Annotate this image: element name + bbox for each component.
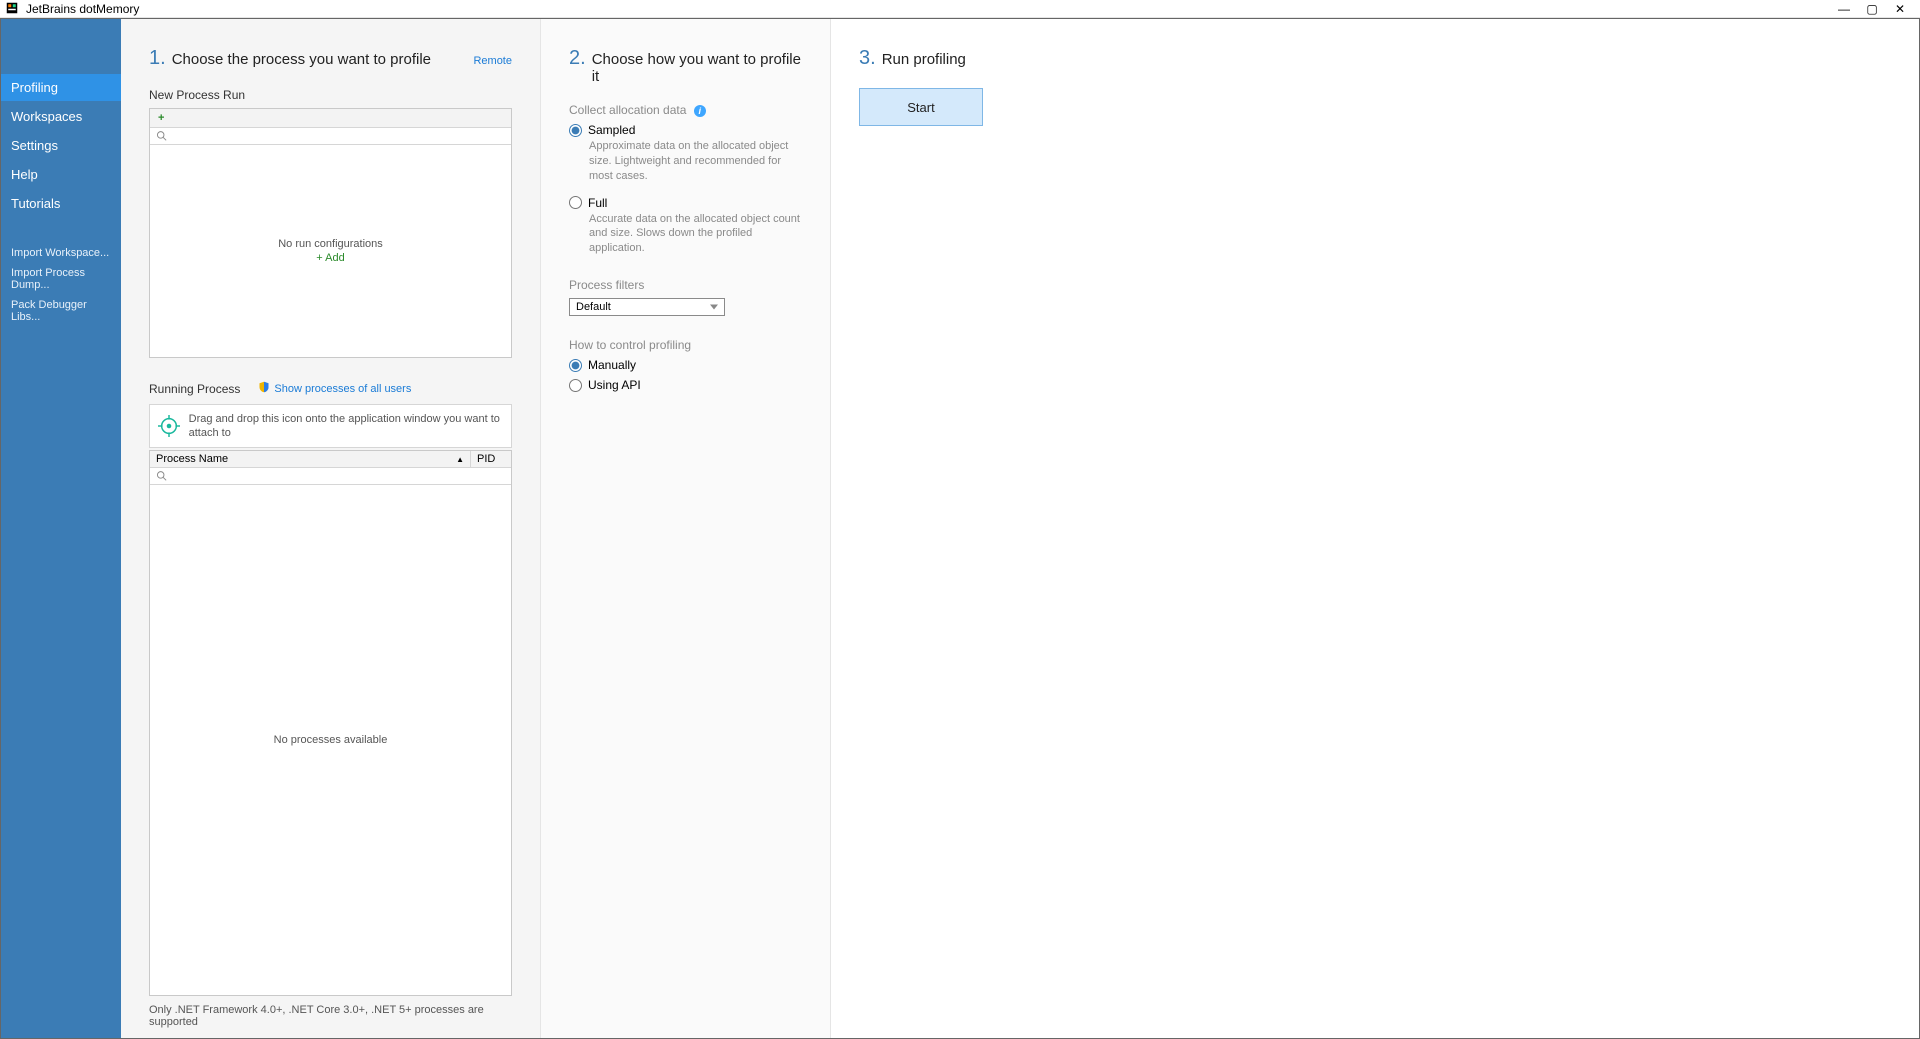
search-icon (156, 470, 168, 482)
sidebar-item-settings[interactable]: Settings (1, 132, 121, 159)
step3-title: Run profiling (882, 51, 966, 68)
radio-sampled[interactable]: Sampled (569, 123, 802, 137)
sidebar-sub-pack-debugger[interactable]: Pack Debugger Libs... (1, 295, 121, 327)
process-search-input[interactable] (168, 469, 505, 483)
control-profiling-group: How to control profiling Manually Using … (569, 338, 802, 392)
radio-full-input[interactable] (569, 196, 582, 209)
sidebar-item-profiling[interactable]: Profiling (1, 74, 121, 101)
add-run-config-button[interactable]: + (150, 112, 172, 124)
shield-icon (258, 380, 270, 398)
step1-heading: 1. Choose the process you want to profil… (149, 47, 512, 70)
col-process-name[interactable]: Process Name ▲ (150, 451, 471, 467)
attach-hint-text: Drag and drop this icon onto the applica… (189, 412, 505, 441)
sidebar-item-workspaces[interactable]: Workspaces (1, 103, 121, 130)
step2-heading: 2. Choose how you want to profile it (569, 47, 802, 85)
step3-number: 3. (859, 47, 876, 70)
control-profiling-label: How to control profiling (569, 338, 802, 352)
process-filters-label: Process filters (569, 278, 802, 292)
main-content: 1. Choose the process you want to profil… (121, 19, 1919, 1038)
step3-heading: 3. Run profiling (859, 47, 1891, 70)
app-title: JetBrains dotMemory (26, 2, 139, 16)
no-processes-text: No processes available (274, 734, 388, 746)
add-run-config-link[interactable]: + Add (316, 252, 344, 264)
process-search-row (150, 468, 511, 485)
title-bar: JetBrains dotMemory — ▢ ✕ (0, 0, 1920, 18)
sidebar-item-tutorials[interactable]: Tutorials (1, 190, 121, 217)
no-run-config-text: No run configurations (278, 238, 383, 250)
process-table-header: Process Name ▲ PID (150, 451, 511, 468)
search-icon (156, 130, 168, 142)
sidebar-sub-import-dump[interactable]: Import Process Dump... (1, 263, 121, 295)
app-icon (6, 2, 20, 16)
start-button[interactable]: Start (859, 88, 983, 126)
info-icon[interactable]: i (694, 105, 706, 117)
step1-title: Choose the process you want to profile (172, 51, 431, 68)
allocation-data-label: Collect allocation data i (569, 103, 802, 117)
remote-link[interactable]: Remote (473, 55, 512, 67)
sidebar: Profiling Workspaces Settings Help Tutor… (1, 19, 121, 1038)
show-all-users-link[interactable]: Show processes of all users (274, 383, 411, 395)
sampled-desc: Approximate data on the allocated object… (589, 139, 802, 184)
step3-column: 3. Run profiling Start (831, 19, 1919, 1038)
radio-manually[interactable]: Manually (569, 358, 802, 372)
running-process-panel: Process Name ▲ PID No processes availabl… (149, 450, 512, 996)
sidebar-nav: Profiling Workspaces Settings Help Tutor… (1, 74, 121, 217)
step2-title: Choose how you want to profile it (592, 51, 802, 85)
process-filters-group: Process filters Default (569, 278, 802, 316)
new-run-label: New Process Run (149, 88, 512, 102)
radio-full[interactable]: Full (569, 196, 802, 210)
step1-column: 1. Choose the process you want to profil… (121, 19, 541, 1038)
app-shell: Profiling Workspaces Settings Help Tutor… (0, 18, 1920, 1039)
window-close-button[interactable]: ✕ (1886, 2, 1914, 16)
new-run-search-input[interactable] (168, 129, 505, 143)
radio-using-api[interactable]: Using API (569, 378, 802, 392)
col-pid[interactable]: PID (471, 451, 511, 467)
sidebar-item-help[interactable]: Help (1, 161, 121, 188)
attach-hint-box: Drag and drop this icon onto the applica… (149, 404, 512, 448)
step1-number: 1. (149, 47, 166, 70)
window-minimize-button[interactable]: — (1830, 2, 1858, 16)
radio-using-api-input[interactable] (569, 379, 582, 392)
radio-sampled-input[interactable] (569, 124, 582, 137)
new-run-panel: + No run configurations + Add (149, 108, 512, 358)
new-run-search-row (150, 128, 511, 145)
sidebar-sub: Import Workspace... Import Process Dump.… (1, 243, 121, 327)
running-process-header: Running Process Show processes of all us… (149, 380, 512, 398)
crosshair-icon[interactable] (156, 411, 183, 441)
step2-number: 2. (569, 47, 586, 70)
sort-asc-icon: ▲ (456, 455, 464, 464)
running-process-label: Running Process (149, 382, 240, 396)
sidebar-sub-import-workspace[interactable]: Import Workspace... (1, 243, 121, 263)
process-filters-select[interactable]: Default (569, 298, 725, 316)
allocation-data-group: Collect allocation data i Sampled Approx… (569, 103, 802, 256)
new-run-toolbar: + (150, 109, 511, 128)
step2-column: 2. Choose how you want to profile it Col… (541, 19, 831, 1038)
radio-manually-input[interactable] (569, 359, 582, 372)
process-table-body: No processes available (150, 485, 511, 995)
supported-frameworks-note: Only .NET Framework 4.0+, .NET Core 3.0+… (149, 1004, 512, 1028)
new-run-body: No run configurations + Add (150, 145, 511, 357)
full-desc: Accurate data on the allocated object co… (589, 212, 802, 257)
window-maximize-button[interactable]: ▢ (1858, 2, 1886, 16)
